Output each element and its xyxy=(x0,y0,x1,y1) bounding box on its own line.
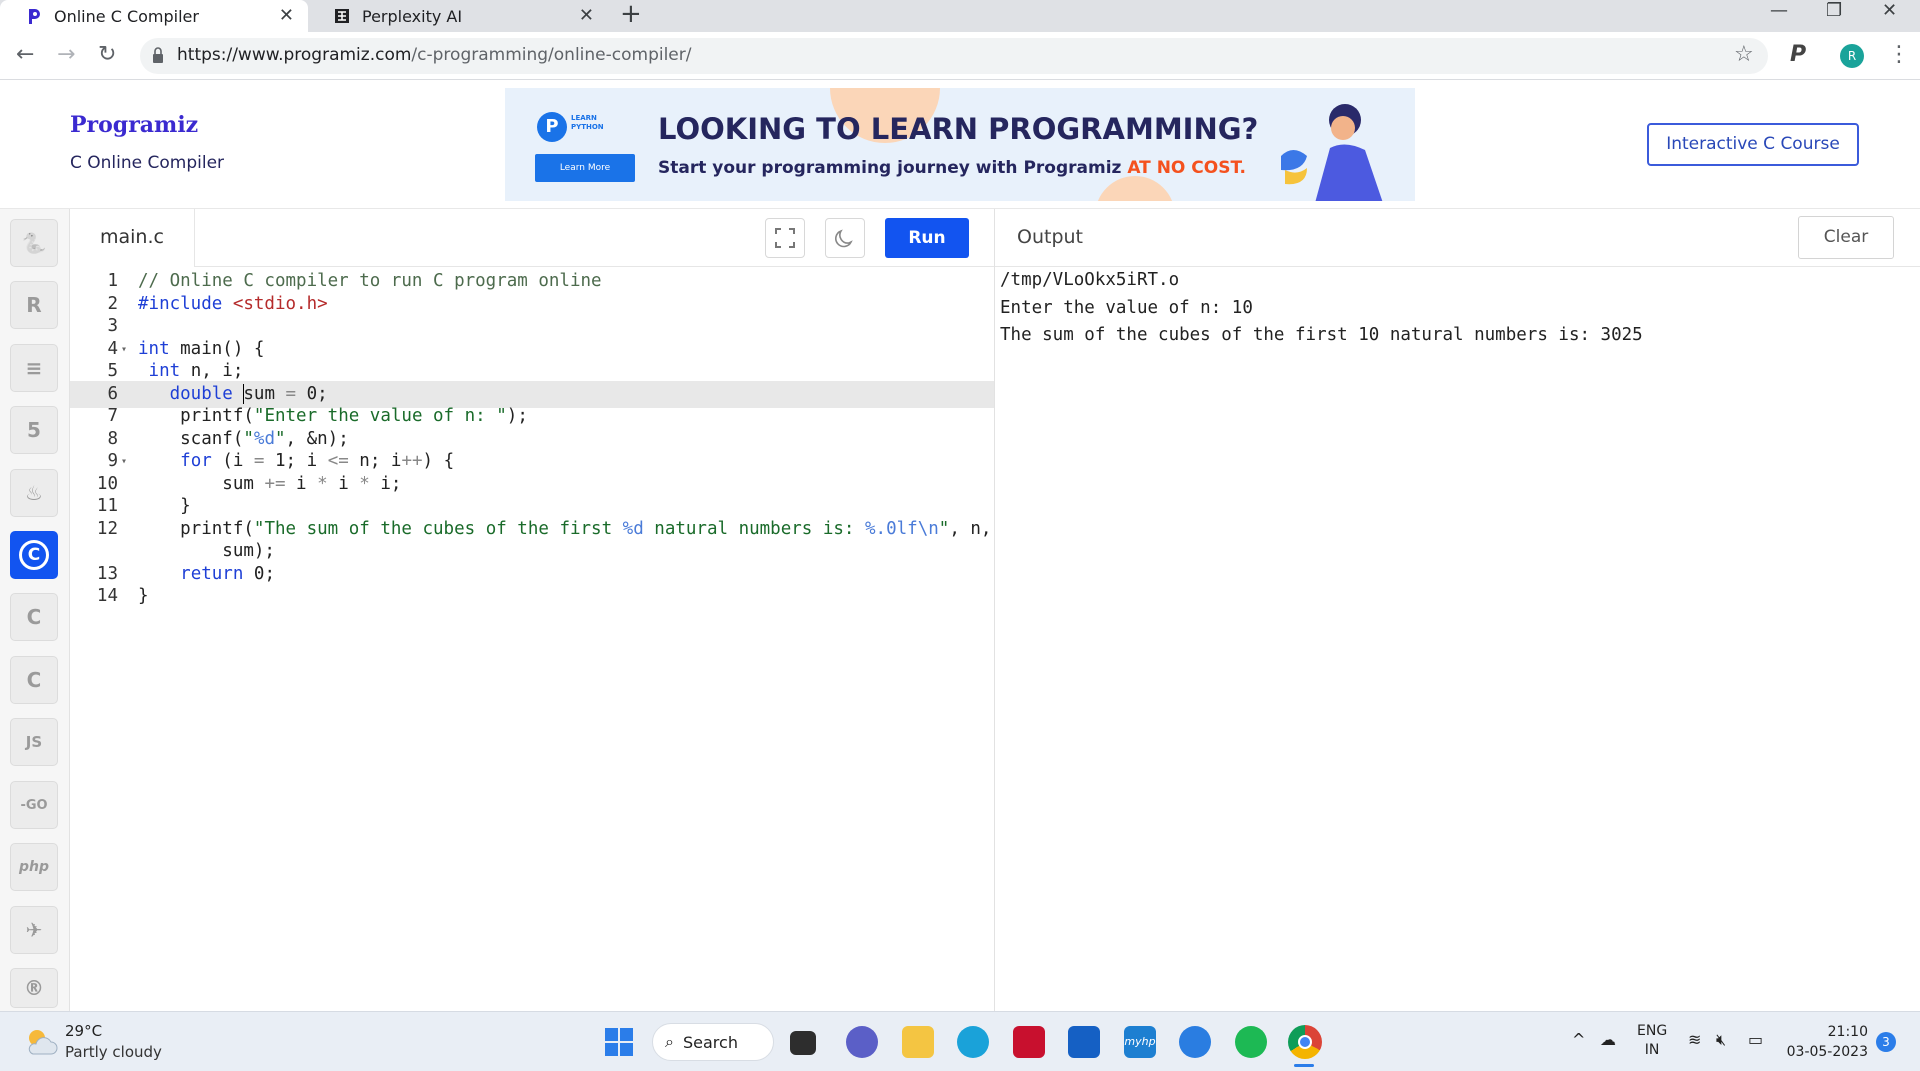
dark-mode-toggle[interactable] xyxy=(825,218,865,258)
page-subtitle: C Online Compiler xyxy=(70,153,225,173)
banner-subline: Start your programming journey with Prog… xyxy=(658,158,1246,178)
javascript-language-icon[interactable]: JS xyxy=(10,718,58,766)
programiz-favicon-icon xyxy=(29,9,40,24)
output-label: Output xyxy=(1017,226,1083,248)
taskbar-clock[interactable]: 21:10 03-05-2023 xyxy=(1786,1022,1868,1062)
browser-menu-icon[interactable]: ⋮ xyxy=(1888,42,1910,67)
search-icon: ⌕ xyxy=(665,1032,674,1051)
banner-decoration xyxy=(1095,176,1175,201)
moon-icon xyxy=(835,229,853,248)
url-text[interactable]: https://www.programiz.com/c-programming/… xyxy=(177,45,691,65)
profile-avatar[interactable]: R xyxy=(1840,44,1864,68)
output-line: Enter the value of n: 10 xyxy=(1000,297,1253,318)
learn-python-logo-icon: P xyxy=(537,112,567,142)
close-window-icon[interactable]: ✕ xyxy=(1882,0,1897,22)
close-tab-icon[interactable]: ✕ xyxy=(279,5,294,26)
python-language-icon[interactable]: 🐍 xyxy=(10,219,58,267)
go-language-icon[interactable]: -GO xyxy=(10,781,58,829)
taskbar-search-button[interactable]: ⌕ Search xyxy=(652,1023,774,1061)
banner-illustration-icon xyxy=(1281,104,1383,201)
extension-p-icon[interactable]: P xyxy=(1790,42,1806,67)
csharp-language-icon[interactable]: C xyxy=(10,656,58,704)
windows-start-icon[interactable] xyxy=(605,1028,633,1056)
run-button[interactable]: Run xyxy=(885,218,969,258)
output-line: The sum of the cubes of the first 10 nat… xyxy=(1000,325,1643,345)
minimize-icon[interactable]: — xyxy=(1770,0,1788,22)
clear-button[interactable]: Clear xyxy=(1798,216,1894,259)
ad-banner[interactable]: P LEARN PYTHON Learn More LOOKING TO LEA… xyxy=(505,88,1415,201)
active-app-indicator xyxy=(1294,1064,1314,1067)
fullscreen-button[interactable] xyxy=(765,218,805,258)
file-explorer-icon[interactable] xyxy=(902,1026,934,1058)
restore-icon[interactable]: ❐ xyxy=(1826,0,1842,22)
messenger-icon[interactable] xyxy=(1179,1026,1211,1058)
c-language-icon[interactable]: C xyxy=(10,531,58,579)
file-name: main.c xyxy=(100,226,164,248)
partly-cloudy-icon[interactable] xyxy=(24,1024,58,1058)
perplexity-favicon-icon xyxy=(335,9,349,23)
myhp-icon[interactable]: myhp xyxy=(1124,1026,1156,1058)
programiz-logo[interactable]: Programiz xyxy=(70,112,198,138)
temperature-text[interactable]: 29°C xyxy=(65,1022,102,1040)
battery-icon[interactable]: ▭ xyxy=(1748,1030,1763,1049)
output-console: /tmp/VLoOkx5iRT.o Enter the value of n: … xyxy=(1000,267,1915,350)
code-line[interactable]: 14} xyxy=(70,583,994,611)
banner-headline: LOOKING TO LEARN PROGRAMMING? xyxy=(658,112,1259,146)
cpp-language-icon[interactable]: C xyxy=(10,593,58,641)
browser-tab-perplexity[interactable]: Perplexity AI ✕ xyxy=(308,0,608,32)
show-hidden-icons-chevron-icon[interactable]: ^ xyxy=(1572,1030,1585,1049)
browser-tab-online-c-compiler[interactable]: Online C Compiler ✕ xyxy=(0,0,308,32)
volume-muted-icon[interactable]: 🔇︎ xyxy=(1716,1030,1726,1050)
spotify-icon[interactable] xyxy=(1235,1026,1267,1058)
tab-title: Online C Compiler xyxy=(54,6,199,26)
banner-learn-more-button[interactable]: Learn More xyxy=(535,154,635,182)
notification-badge[interactable]: 3 xyxy=(1876,1032,1896,1052)
tab-title: Perplexity AI xyxy=(362,6,463,26)
rust-language-icon[interactable]: ® xyxy=(10,968,58,1008)
reload-icon[interactable]: ↻ xyxy=(98,42,116,68)
weather-text[interactable]: Partly cloudy xyxy=(65,1043,162,1061)
microsoft-store-icon[interactable] xyxy=(1068,1026,1100,1058)
close-tab-icon[interactable]: ✕ xyxy=(579,5,594,26)
output-line: /tmp/VLoOkx5iRT.o xyxy=(1000,270,1180,290)
interactive-c-course-button[interactable]: Interactive C Course xyxy=(1647,123,1859,166)
java-language-icon[interactable]: ♨ xyxy=(10,469,58,517)
fullscreen-icon xyxy=(775,228,795,248)
back-arrow-icon[interactable]: ← xyxy=(16,42,34,68)
task-view-icon[interactable] xyxy=(790,1031,816,1055)
onedrive-icon[interactable]: ☁ xyxy=(1600,1030,1616,1049)
code-editor[interactable]: 1// Online C compiler to run C program o… xyxy=(70,267,995,1011)
chrome-icon[interactable] xyxy=(1288,1025,1322,1059)
php-language-icon[interactable]: php xyxy=(10,843,58,891)
output-header xyxy=(995,209,1920,267)
chat-icon[interactable] xyxy=(846,1026,878,1058)
banner-badge-text: LEARN PYTHON xyxy=(571,114,604,131)
forward-arrow-icon[interactable]: → xyxy=(57,42,75,68)
search-label: Search xyxy=(683,1032,738,1052)
edge-icon[interactable] xyxy=(957,1026,989,1058)
mcafee-icon[interactable] xyxy=(1013,1026,1045,1058)
html-language-icon[interactable]: 5 xyxy=(10,406,58,454)
bookmark-star-icon[interactable]: ☆ xyxy=(1734,42,1754,67)
input-language-indicator[interactable]: ENG IN xyxy=(1637,1022,1667,1060)
new-tab-icon[interactable]: + xyxy=(620,0,642,28)
r-language-icon[interactable]: R xyxy=(10,281,58,329)
sql-language-icon[interactable]: ≡ xyxy=(10,344,58,392)
swift-language-icon[interactable]: ✈ xyxy=(10,906,58,954)
lock-icon xyxy=(153,47,163,63)
text-cursor xyxy=(243,383,245,404)
wifi-icon[interactable]: ≋ xyxy=(1688,1030,1701,1049)
code-text: } xyxy=(138,586,149,606)
line-number: 14 xyxy=(96,586,118,606)
